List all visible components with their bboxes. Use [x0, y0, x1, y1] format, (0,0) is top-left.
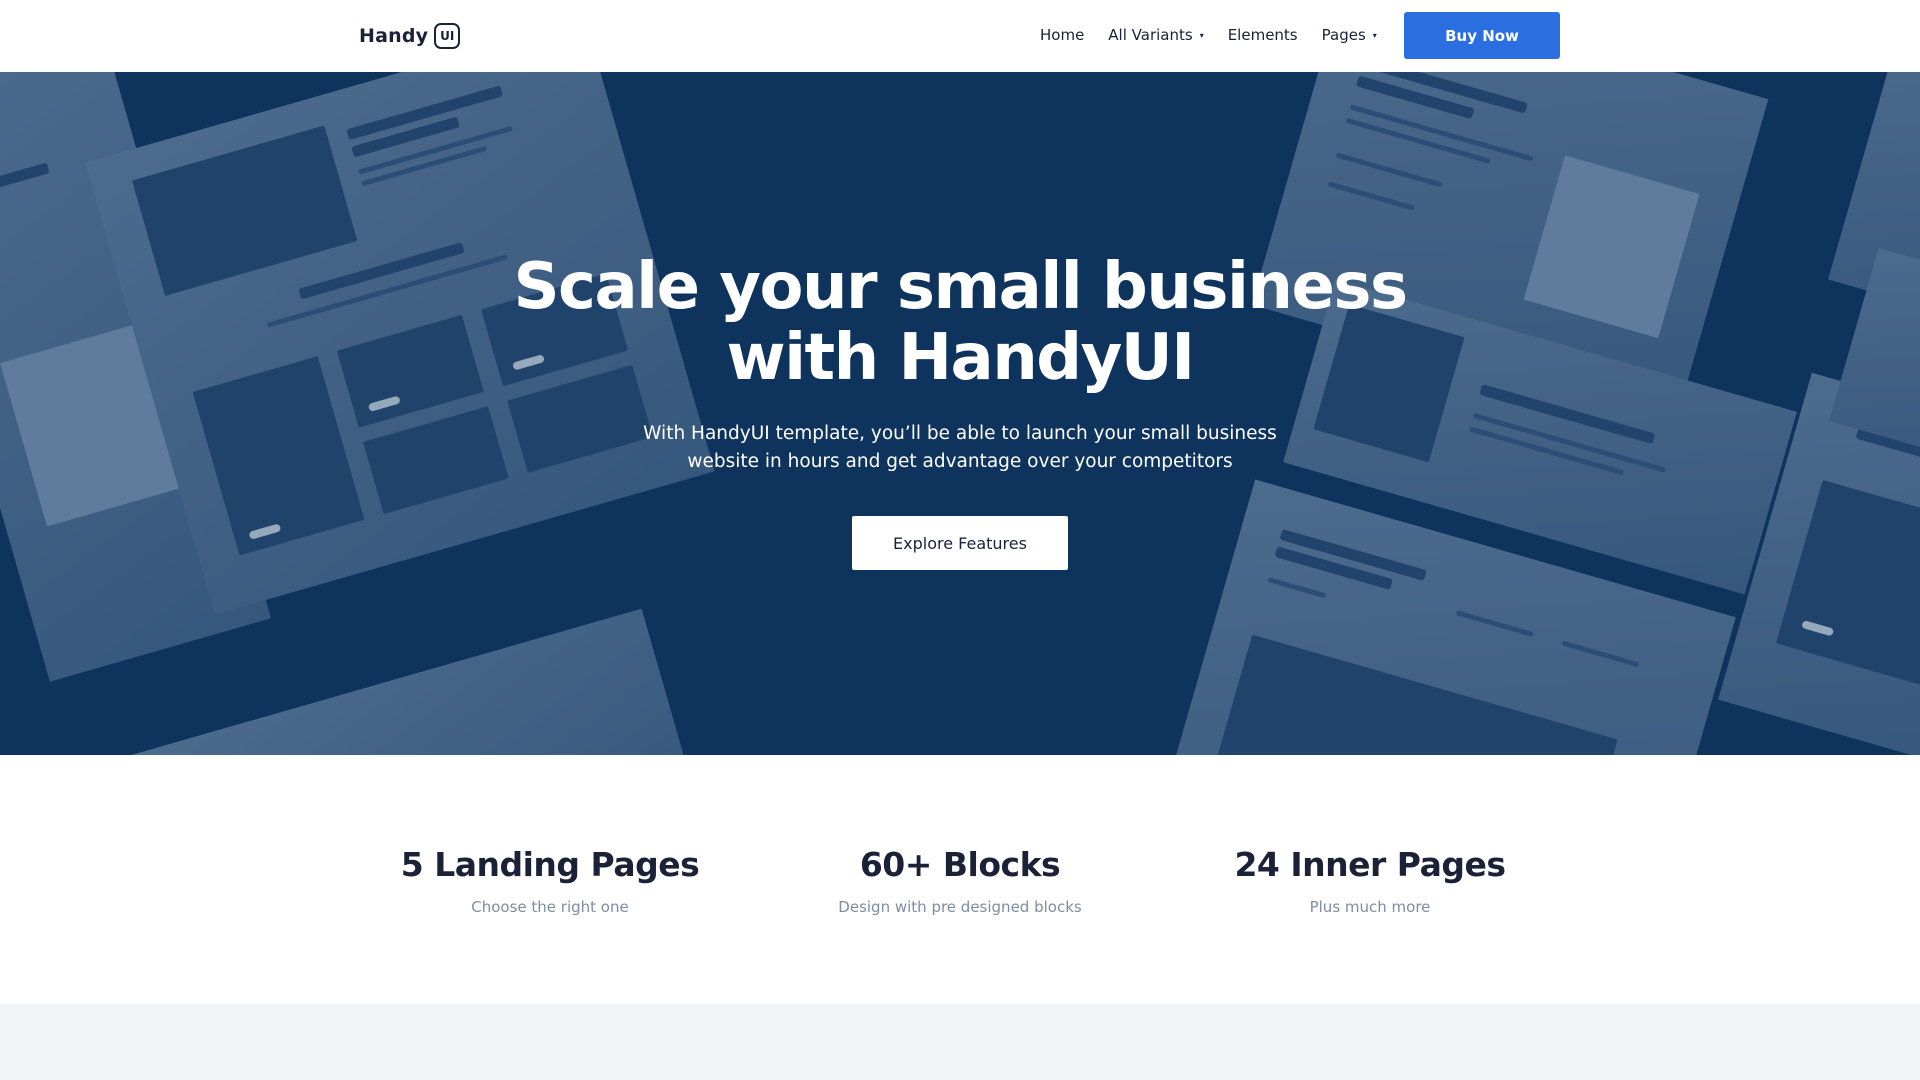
hero-section: Scale your small business with HandyUI W…	[0, 72, 1920, 755]
nav-item-all-variants[interactable]: All Variants ▾	[1108, 26, 1203, 44]
caret-down-icon: ▾	[1372, 30, 1377, 40]
nav-item-label: All Variants	[1108, 26, 1193, 44]
nav-item-home[interactable]: Home	[1040, 26, 1084, 44]
nav-item-elements[interactable]: Elements	[1228, 26, 1298, 44]
stat-blocks: 60+ Blocks Design with pre designed bloc…	[770, 845, 1150, 916]
stat-caption: Plus much more	[1309, 898, 1431, 916]
hero-subtitle: With HandyUI template, you’ll be able to…	[640, 420, 1280, 476]
hero-title-line-2: with HandyUI	[726, 321, 1195, 395]
top-navbar: Handy UI Home All Variants ▾ Elements Pa…	[0, 0, 1920, 72]
stat-value: 60+ Blocks	[859, 845, 1061, 884]
stat-value: 5 Landing Pages	[400, 845, 700, 884]
caret-down-icon: ▾	[1199, 30, 1204, 40]
nav-item-label: Elements	[1227, 26, 1298, 44]
main-menu: Home All Variants ▾ Elements Pages ▾	[1040, 26, 1401, 44]
hero-subtitle-line-1: With HandyUI template, you’ll be able to…	[643, 423, 1277, 444]
stat-caption: Design with pre designed blocks	[838, 898, 1082, 916]
logo[interactable]: Handy UI	[359, 22, 461, 50]
logo-text: Handy	[359, 25, 429, 47]
hero-title: Scale your small business with HandyUI	[460, 252, 1460, 394]
stat-landing-pages: 5 Landing Pages Choose the right one	[360, 845, 740, 916]
nav-item-label: Pages	[1321, 26, 1366, 44]
next-section	[0, 1004, 1920, 1080]
buy-now-button[interactable]: Buy Now	[1404, 12, 1560, 59]
explore-features-button[interactable]: Explore Features	[852, 516, 1068, 570]
stat-inner-pages: 24 Inner Pages Plus much more	[1180, 845, 1560, 916]
nav-item-pages[interactable]: Pages ▾	[1322, 26, 1377, 44]
stat-value: 24 Inner Pages	[1234, 845, 1506, 884]
logo-mark-icon: UI	[434, 23, 461, 49]
hero-overlay	[0, 72, 1920, 755]
hero-title-line-1: Scale your small business	[513, 250, 1408, 324]
stats-section: 5 Landing Pages Choose the right one 60+…	[0, 755, 1920, 1004]
stat-caption: Choose the right one	[471, 898, 629, 916]
hero-subtitle-line-2: website in hours and get advantage over …	[687, 451, 1233, 472]
nav-item-label: Home	[1040, 26, 1085, 44]
